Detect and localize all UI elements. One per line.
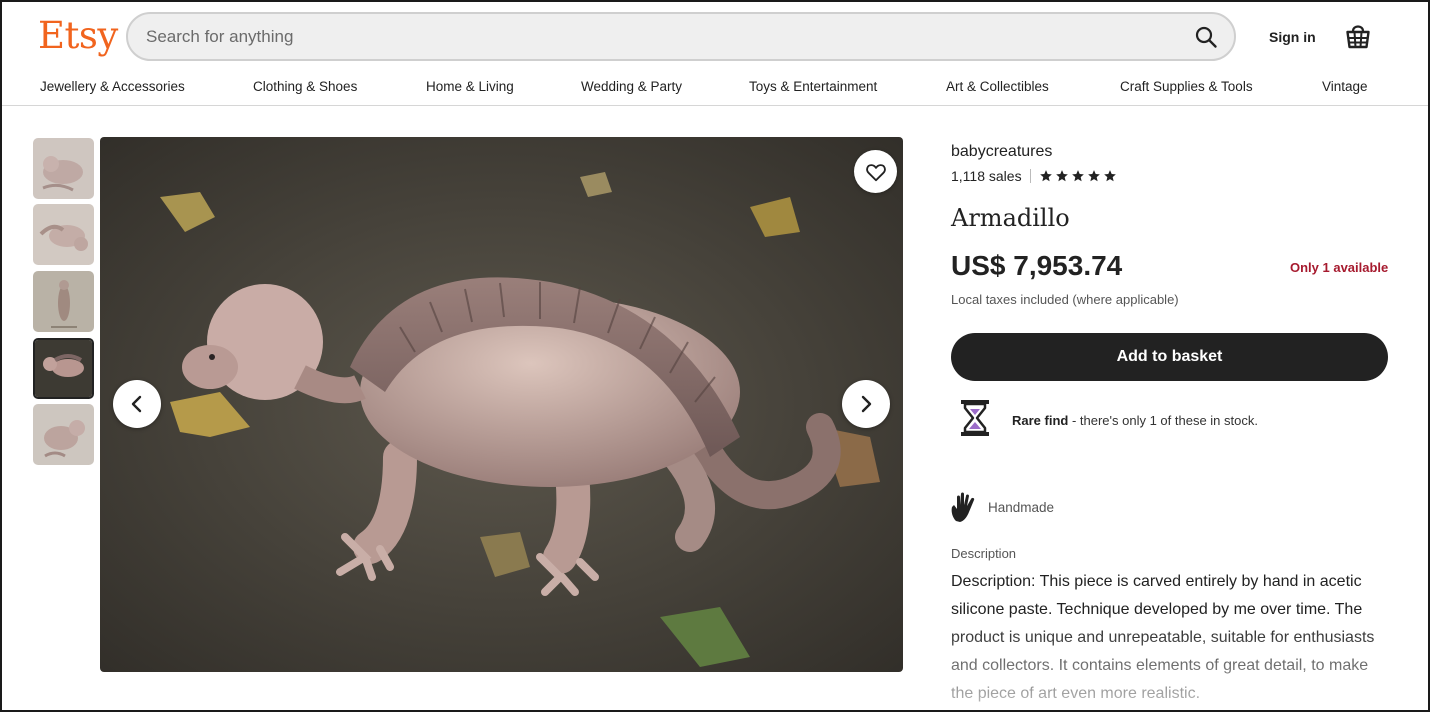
heart-icon — [865, 163, 886, 181]
nav-item-home[interactable]: Home & Living — [426, 79, 514, 94]
chevron-right-icon — [861, 395, 872, 413]
nav-item-art[interactable]: Art & Collectibles — [946, 79, 1049, 94]
product-thumbnail-image — [33, 204, 94, 265]
next-image-button[interactable] — [842, 380, 890, 428]
search-input[interactable] — [146, 14, 1166, 59]
product-thumbnail-image — [33, 271, 94, 332]
shop-name-link[interactable]: babycreatures — [951, 143, 1052, 161]
availability-notice: Only 1 available — [1290, 260, 1389, 275]
thumbnail-3[interactable] — [33, 271, 94, 332]
listing-title: Armadillo — [951, 204, 1070, 232]
handmade-badge — [950, 491, 976, 528]
product-thumbnail-image — [33, 404, 94, 465]
search-button[interactable] — [1190, 21, 1222, 53]
nav-item-craft[interactable]: Craft Supplies & Tools — [1120, 79, 1253, 94]
add-to-basket-button[interactable]: Add to basket — [951, 333, 1388, 381]
hourglass-icon — [961, 400, 989, 436]
nav-item-clothing[interactable]: Clothing & Shoes — [253, 79, 357, 94]
product-thumbnail-image — [33, 138, 94, 199]
sales-count: 1,118 sales — [951, 168, 1022, 184]
shop-sales-rating[interactable]: 1,118 sales — [951, 168, 1117, 184]
thumbnail-5[interactable] — [33, 404, 94, 465]
nav-item-vintage[interactable]: Vintage — [1322, 79, 1368, 94]
rare-find-badge — [957, 398, 993, 438]
rare-find-label: Rare find — [1012, 413, 1069, 428]
hand-icon — [951, 492, 975, 522]
tax-note: Local taxes included (where applicable) — [951, 292, 1179, 307]
star-icon — [1039, 170, 1052, 182]
favorite-button[interactable] — [854, 150, 897, 193]
star-icon — [1071, 170, 1084, 182]
thumbnail-4[interactable] — [33, 338, 94, 399]
chevron-left-icon — [131, 395, 142, 413]
nav-item-toys[interactable]: Toys & Entertainment — [749, 79, 877, 94]
page-frame: Etsy Sign in Jewellery & Accessories Clo… — [0, 0, 1430, 712]
star-icon — [1087, 170, 1100, 182]
nav-item-jewellery[interactable]: Jewellery & Accessories — [40, 79, 185, 94]
handmade-label: Handmade — [988, 500, 1055, 515]
rare-find-detail: - there's only 1 of these in stock. — [1068, 413, 1258, 428]
description-text: Description: This piece is carved entire… — [951, 573, 1375, 702]
thumbnail-1[interactable] — [33, 138, 94, 199]
armadillo-photo — [100, 137, 903, 672]
divider — [1029, 169, 1031, 183]
rating-stars — [1039, 169, 1117, 183]
description-heading: Description — [951, 546, 1017, 561]
product-thumbnail-image — [35, 340, 92, 397]
thumbnail-2[interactable] — [33, 204, 94, 265]
basket-button[interactable] — [1344, 21, 1372, 51]
etsy-logo[interactable]: Etsy — [38, 14, 118, 57]
listing-price: US$ 7,953.74 — [951, 250, 1123, 281]
star-icon — [1103, 170, 1116, 182]
sign-in-link[interactable]: Sign in — [1269, 29, 1316, 45]
main-product-image — [100, 137, 903, 672]
previous-image-button[interactable] — [113, 380, 161, 428]
star-icon — [1055, 170, 1068, 182]
category-nav: Jewellery & Accessories Clothing & Shoes… — [2, 72, 1428, 106]
rare-find-text: Rare find - there's only 1 of these in s… — [1012, 413, 1258, 428]
search-bar — [126, 12, 1236, 61]
search-icon — [1195, 26, 1217, 48]
basket-icon — [1346, 25, 1370, 49]
nav-item-wedding[interactable]: Wedding & Party — [581, 79, 682, 94]
